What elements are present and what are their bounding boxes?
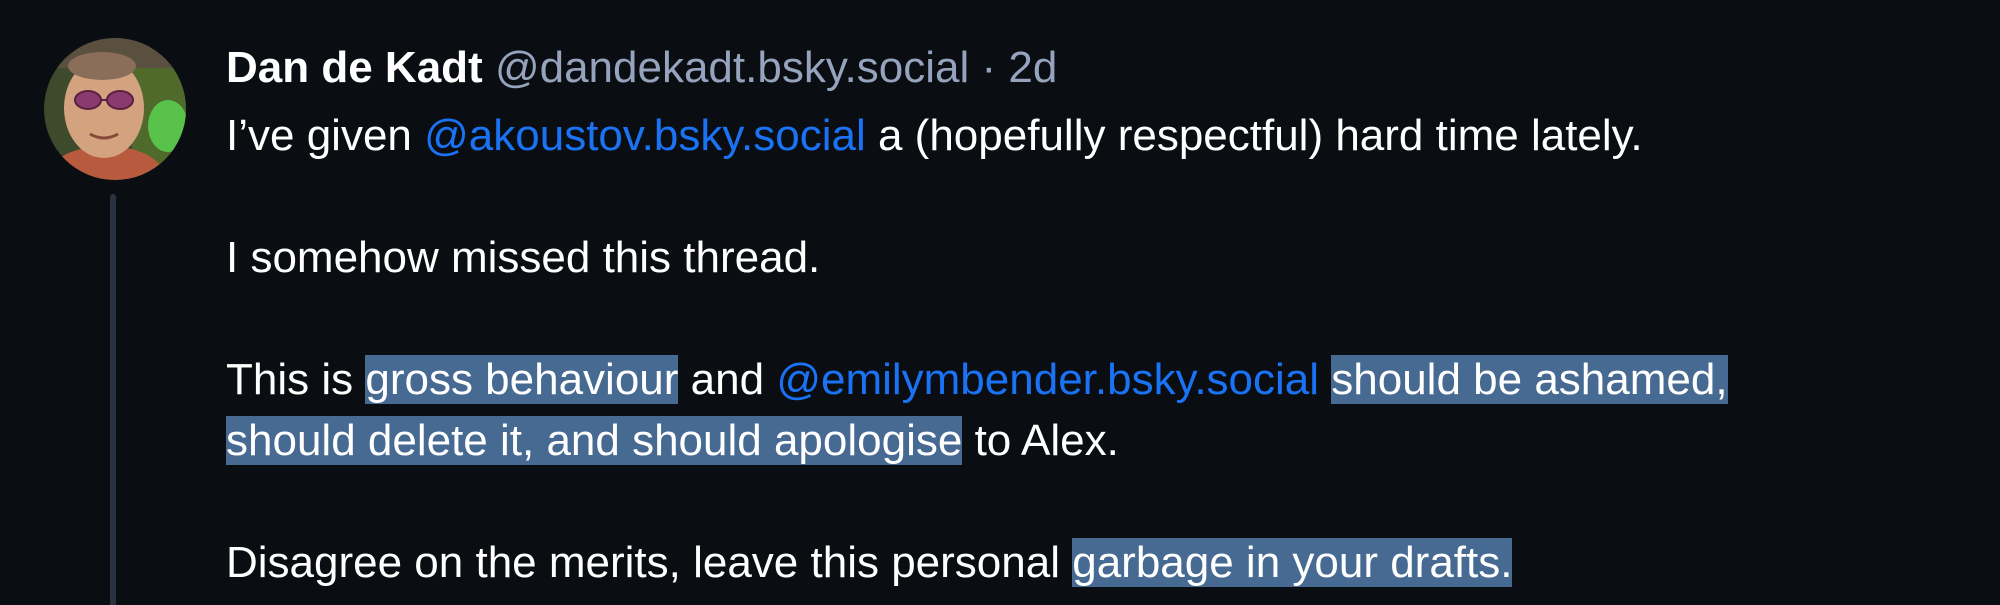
selected-text: should delete it, and should apologise xyxy=(226,416,963,465)
mention-akoustov[interactable]: @akoustov.bsky.social xyxy=(424,111,866,160)
post: Dan de Kadt @dandekadt.bsky.social · 2d … xyxy=(0,0,2000,605)
selected-text: garbage in your drafts. xyxy=(1072,538,1513,587)
post-timestamp[interactable]: 2d xyxy=(1008,43,1057,92)
text-segment: a (hopefully respectful) hard time latel… xyxy=(865,111,1643,160)
post-body: I’ve given @akoustov.bsky.social a (hope… xyxy=(226,105,1986,593)
paragraph-2: I somehow missed this thread. xyxy=(226,227,1986,288)
selected-text: should be ashamed, xyxy=(1331,355,1728,404)
avatar-photo-icon xyxy=(44,38,186,180)
text-segment: I somehow missed this thread. xyxy=(226,233,821,282)
header-separator: · xyxy=(981,43,997,92)
post-header: Dan de Kadt @dandekadt.bsky.social · 2d xyxy=(226,38,1057,98)
text-segment xyxy=(1319,355,1331,404)
text-segment: Disagree on the merits, leave this perso… xyxy=(226,538,1073,587)
author-avatar[interactable] xyxy=(44,38,186,180)
thread-connector-line xyxy=(110,194,116,605)
text-segment: to Alex. xyxy=(962,416,1119,465)
mention-emilymbender[interactable]: @emilymbender.bsky.social xyxy=(776,355,1319,404)
text-segment: This is xyxy=(226,355,366,404)
paragraph-3: This is gross behaviour and @emilymbende… xyxy=(226,349,1986,471)
paragraph-1: I’ve given @akoustov.bsky.social a (hope… xyxy=(226,105,1986,166)
text-segment: and xyxy=(678,355,777,404)
selected-text: gross behaviour xyxy=(365,355,679,404)
paragraph-4: Disagree on the merits, leave this perso… xyxy=(226,532,1986,593)
text-segment: I’ve given xyxy=(226,111,425,160)
author-name[interactable]: Dan de Kadt xyxy=(226,43,483,92)
author-handle[interactable]: @dandekadt.bsky.social xyxy=(495,43,969,92)
